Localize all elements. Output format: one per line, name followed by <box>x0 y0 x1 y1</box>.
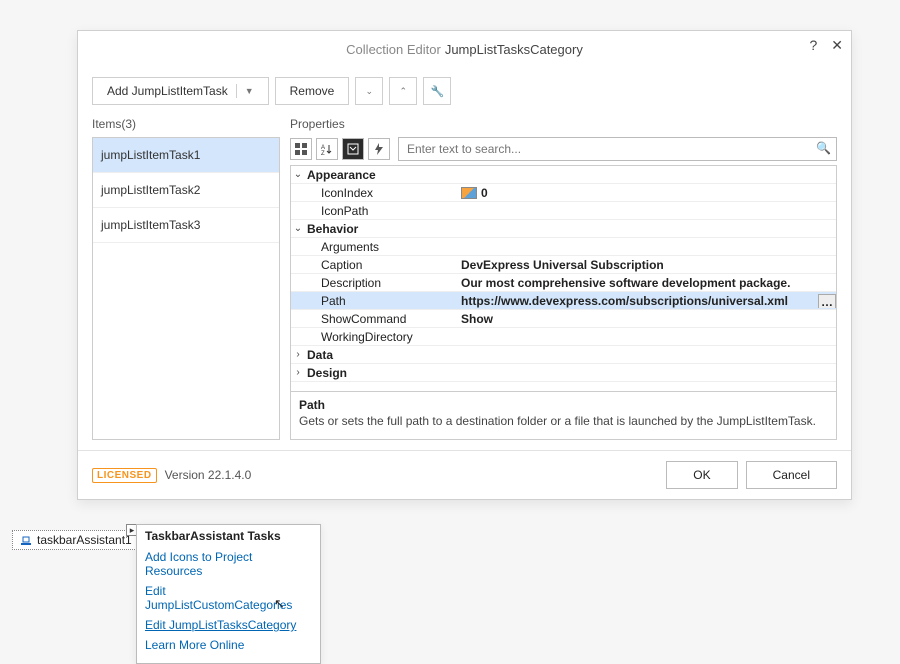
add-item-button[interactable]: Add JumpListItemTask ▼ <box>92 77 269 105</box>
taskbar-assistant-icon <box>19 533 33 547</box>
wrench-icon: 🔧 <box>430 85 444 98</box>
move-down-button[interactable]: ⌄ <box>355 77 383 105</box>
property-row[interactable]: DescriptionOur most comprehensive softwa… <box>291 274 836 292</box>
list-item[interactable]: jumpListItemTask3 <box>93 208 279 243</box>
chevron-down-icon[interactable]: ⌄ <box>291 169 305 180</box>
options-button[interactable]: 🔧 <box>423 77 451 105</box>
category-row[interactable]: ⌄Behavior <box>291 220 836 238</box>
properties-label: Properties <box>290 117 837 131</box>
category-name: Behavior <box>305 222 455 236</box>
chevron-down-icon: ⌄ <box>366 86 374 97</box>
description-text: Gets or sets the full path to a destinat… <box>299 414 828 428</box>
property-name: ShowCommand <box>305 312 455 326</box>
property-name: Arguments <box>305 240 455 254</box>
component-name: taskbarAssistant1 <box>37 533 132 547</box>
property-row[interactable]: IconPath <box>291 202 836 220</box>
category-row[interactable]: ›Data <box>291 346 836 364</box>
chevron-down-icon[interactable]: ⌄ <box>291 223 305 234</box>
property-name: Caption <box>305 258 455 272</box>
title-name: JumpListTasksCategory <box>445 42 583 57</box>
chevron-right-icon[interactable]: › <box>291 349 305 360</box>
category-name: Data <box>305 348 455 362</box>
property-row[interactable]: Pathhttps://www.devexpress.com/subscript… <box>291 292 836 310</box>
smart-tag-link[interactable]: Edit JumpListTasksCategory <box>145 615 312 635</box>
property-value[interactable]: DevExpress Universal Subscription <box>455 258 836 272</box>
svg-text:Z: Z <box>321 151 325 155</box>
property-value[interactable]: Our most comprehensive software developm… <box>455 276 836 290</box>
ellipsis-button[interactable]: … <box>818 294 836 308</box>
property-value[interactable]: https://www.devexpress.com/subscriptions… <box>455 294 836 308</box>
events-icon[interactable] <box>368 138 390 160</box>
property-name: WorkingDirectory <box>305 330 455 344</box>
category-name: Design <box>305 366 455 380</box>
items-list[interactable]: jumpListItemTask1jumpListItemTask2jumpLi… <box>92 137 280 440</box>
title-prefix: Collection Editor <box>346 42 441 57</box>
property-name: IconIndex <box>305 186 455 200</box>
version-label: Version 22.1.4.0 <box>165 468 252 482</box>
list-item[interactable]: jumpListItemTask1 <box>93 138 279 173</box>
property-name: IconPath <box>305 204 455 218</box>
collection-editor-dialog: Collection Editor JumpListTasksCategory … <box>77 30 852 500</box>
category-name: Appearance <box>305 168 455 182</box>
list-item[interactable]: jumpListItemTask2 <box>93 173 279 208</box>
titlebar: Collection Editor JumpListTasksCategory … <box>78 31 851 67</box>
image-swatch-icon <box>461 187 477 199</box>
smart-tag-link[interactable]: Add Icons to Project Resources <box>145 547 312 581</box>
property-row[interactable]: CaptionDevExpress Universal Subscription <box>291 256 836 274</box>
property-row[interactable]: IconIndex0 <box>291 184 836 202</box>
ok-button[interactable]: OK <box>666 461 737 489</box>
smart-tag-link[interactable]: Edit JumpListCustomCategories <box>145 581 312 615</box>
property-value[interactable]: Show <box>455 312 836 326</box>
chevron-right-icon[interactable]: › <box>291 367 305 378</box>
property-row[interactable]: Arguments <box>291 238 836 256</box>
close-icon[interactable]: ✕ <box>831 37 843 54</box>
remove-button[interactable]: Remove <box>275 77 350 105</box>
category-row[interactable]: ›Design <box>291 364 836 382</box>
cancel-button[interactable]: Cancel <box>746 461 837 489</box>
component-tray-item[interactable]: taskbarAssistant1 <box>12 530 139 550</box>
chevron-up-icon: ⌃ <box>400 86 408 97</box>
property-name: Path <box>305 294 455 308</box>
chevron-down-icon[interactable]: ▼ <box>236 84 254 98</box>
help-icon[interactable]: ? <box>809 37 817 54</box>
search-input[interactable] <box>398 137 837 161</box>
licensed-badge: LICENSED <box>92 468 157 483</box>
smart-tag-link[interactable]: Learn More Online <box>145 635 312 655</box>
property-grid[interactable]: ⌄AppearanceIconIndex0IconPath⌄BehaviorAr… <box>291 166 836 391</box>
property-row[interactable]: WorkingDirectory <box>291 328 836 346</box>
property-value[interactable]: 0 <box>455 186 836 200</box>
add-button-label: Add JumpListItemTask <box>107 84 228 98</box>
properties-page-icon[interactable] <box>342 138 364 160</box>
alphabetical-icon[interactable]: AZ <box>316 138 338 160</box>
smart-tag-panel: TaskbarAssistant Tasks Add Icons to Proj… <box>136 524 321 664</box>
property-row[interactable]: ShowCommandShow <box>291 310 836 328</box>
category-row[interactable]: ⌄Appearance <box>291 166 836 184</box>
smart-tag-title: TaskbarAssistant Tasks <box>145 529 312 543</box>
property-name: Description <box>305 276 455 290</box>
move-up-button[interactable]: ⌃ <box>389 77 417 105</box>
description-name: Path <box>299 398 828 412</box>
categorize-icon[interactable] <box>290 138 312 160</box>
description-pane: Path Gets or sets the full path to a des… <box>291 391 836 439</box>
items-label: Items(3) <box>92 117 280 131</box>
search-icon[interactable]: 🔍 <box>816 141 831 155</box>
